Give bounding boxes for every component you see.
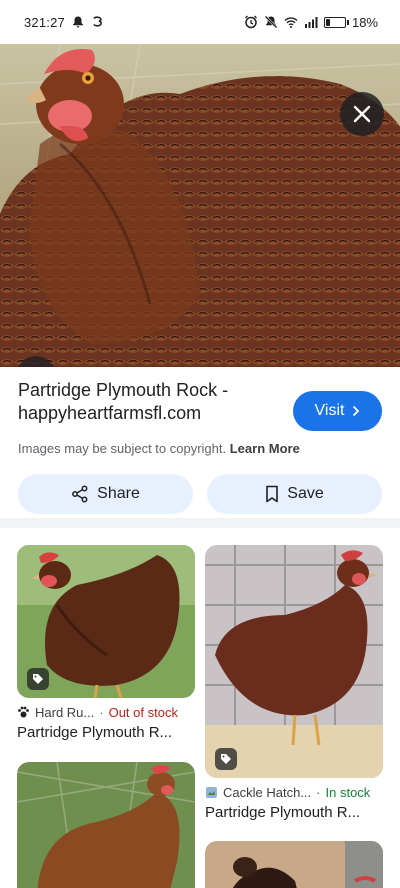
chevron-right-icon — [353, 405, 360, 417]
save-button[interactable]: Save — [207, 474, 382, 514]
tag-icon — [33, 674, 43, 684]
wifi-icon — [284, 17, 298, 28]
battery-indicator: 18% — [323, 14, 378, 30]
copyright-text: Images may be subject to copyright. — [18, 441, 227, 456]
card-title[interactable]: Partridge Plymouth R... — [17, 724, 195, 741]
notification-bell-icon — [72, 16, 83, 28]
app-notification-icon — [93, 16, 102, 27]
stock-status: In stock — [325, 785, 371, 800]
result-info: Partridge Plymouth Rock - happyheartfarm… — [0, 367, 400, 514]
copyright-notice: Images may be subject to copyright. Lear… — [18, 441, 382, 456]
related-image[interactable] — [205, 841, 383, 888]
tag-icon — [221, 754, 231, 764]
card-source: Cackle Hatch... — [223, 785, 312, 800]
close-button[interactable] — [340, 92, 384, 136]
bookmark-icon — [266, 485, 279, 503]
hen-thumbnail — [17, 762, 195, 888]
hen-thumbnail — [205, 545, 383, 778]
card-source: Hard Ru... — [35, 705, 95, 720]
title-row: Partridge Plymouth Rock - happyheartfarm… — [18, 379, 382, 431]
learn-more-link[interactable]: Learn More — [230, 441, 300, 456]
section-divider — [0, 518, 400, 528]
product-tag-chip — [27, 668, 49, 690]
status-left: 321:27 — [24, 15, 105, 30]
paw-icon — [18, 706, 29, 718]
related-card[interactable] — [17, 762, 195, 888]
hen-photo — [0, 44, 400, 367]
site-favicon-icon — [206, 787, 217, 798]
result-title-line1: Partridge Plymouth Rock - — [18, 380, 229, 400]
meta-separator: · — [316, 785, 321, 800]
signal-icon — [304, 17, 318, 28]
battery-icon — [323, 16, 346, 28]
status-right: 18% — [244, 15, 378, 30]
related-image[interactable] — [17, 762, 195, 888]
visit-button[interactable]: Visit — [293, 391, 382, 431]
result-title-line2: happyheartfarmsfl.com — [18, 403, 202, 423]
share-icon — [72, 485, 88, 503]
card-meta: Hard Ru... · Out of stock — [17, 705, 195, 720]
save-label: Save — [287, 485, 324, 502]
mute-icon — [264, 15, 278, 29]
result-title[interactable]: Partridge Plymouth Rock - happyheartfarm… — [18, 379, 278, 425]
stock-status: Out of stock — [108, 705, 178, 720]
related-image[interactable] — [205, 545, 383, 778]
visit-label: Visit — [314, 402, 345, 419]
battery-tip — [346, 19, 349, 25]
status-time: 321:27 — [24, 14, 65, 30]
alarm-icon — [245, 15, 257, 29]
related-images-grid: Hard Ru... · Out of stock Partridge Plym… — [0, 528, 400, 888]
meta-separator: · — [99, 705, 104, 720]
related-card[interactable]: Cackle Hatch... · In stock Partridge Ply… — [205, 545, 383, 821]
battery-percent: 18% — [351, 14, 378, 30]
hen-thumbnail — [205, 841, 383, 888]
related-image[interactable] — [17, 545, 195, 698]
battery-fill — [325, 18, 330, 26]
close-icon — [353, 105, 371, 123]
related-card[interactable] — [205, 841, 383, 888]
hero-image[interactable] — [0, 44, 400, 367]
action-buttons: Share Save — [18, 474, 382, 514]
product-tag-chip — [215, 748, 237, 770]
card-meta: Cackle Hatch... · In stock — [205, 785, 383, 800]
related-card[interactable]: Hard Ru... · Out of stock Partridge Plym… — [17, 545, 195, 741]
card-title[interactable]: Partridge Plymouth R... — [205, 804, 383, 821]
status-bar: 321:27 18% — [0, 0, 400, 44]
share-button[interactable]: Share — [18, 474, 193, 514]
share-label: Share — [97, 485, 140, 502]
